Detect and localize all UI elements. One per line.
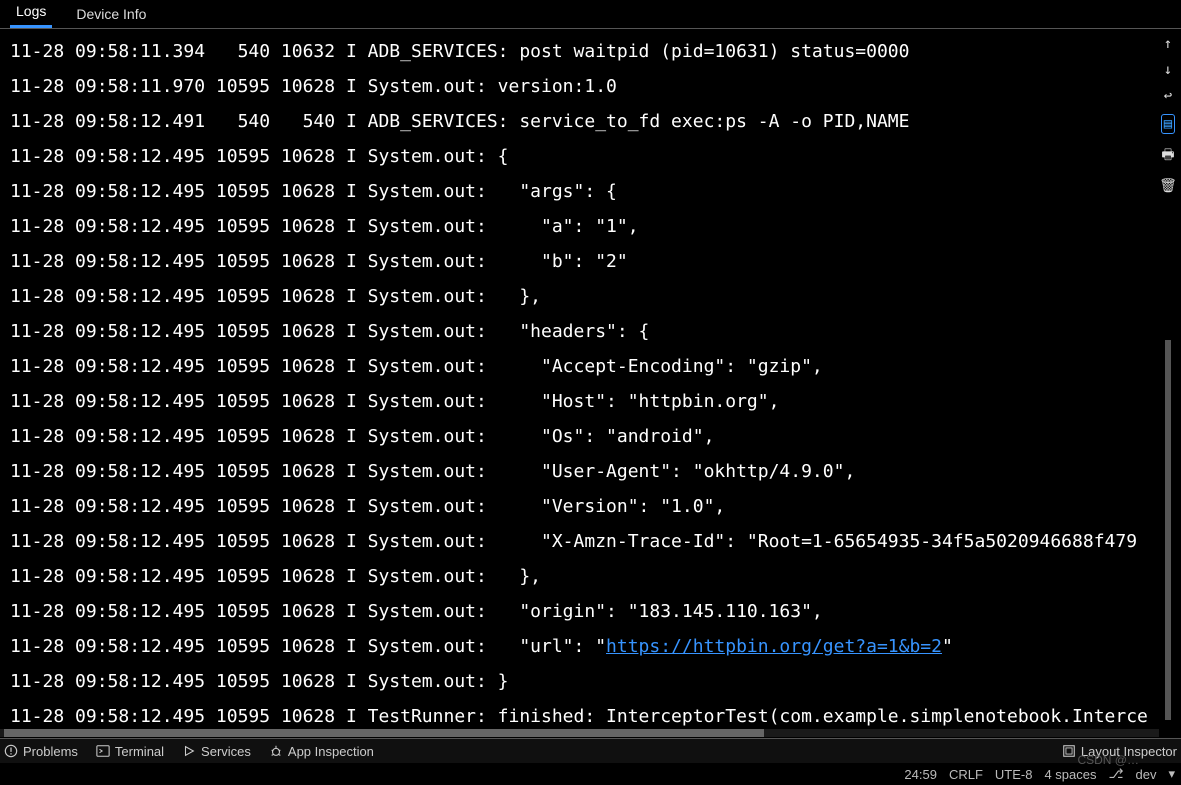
log-line: 11-28 09:58:12.495 10595 10628 I System.… xyxy=(10,314,1146,349)
logcat-tabs: Logs Device Info xyxy=(0,0,1181,29)
log-line: 11-28 09:58:12.495 10595 10628 I System.… xyxy=(10,419,1146,454)
tool-services[interactable]: Services xyxy=(182,744,251,759)
arrow-down-icon[interactable]: ↓ xyxy=(1164,62,1172,78)
git-branch-icon[interactable]: ⎇ xyxy=(1109,766,1124,782)
bug-icon xyxy=(269,744,283,758)
status-bar: 24:59 CRLF UTE-8 4 spaces ⎇ dev ▾ xyxy=(0,763,1181,785)
log-line: 11-28 09:58:12.495 10595 10628 I System.… xyxy=(10,174,1146,209)
warning-icon xyxy=(4,744,18,758)
status-line-sep[interactable]: CRLF xyxy=(949,767,983,782)
log-line: 11-28 09:58:12.495 10595 10628 I System.… xyxy=(10,559,1146,594)
print-icon[interactable]: 🖶 xyxy=(1161,144,1174,168)
log-line: 11-28 09:58:12.495 10595 10628 I System.… xyxy=(10,349,1146,384)
tool-app-inspection-label: App Inspection xyxy=(288,744,374,759)
log-line: 11-28 09:58:12.495 10595 10628 I System.… xyxy=(10,139,1146,174)
log-line: 11-28 09:58:12.495 10595 10628 I System.… xyxy=(10,244,1146,279)
tab-logs[interactable]: Logs xyxy=(10,0,52,28)
tool-services-label: Services xyxy=(201,744,251,759)
status-encoding[interactable]: UTE-8 xyxy=(995,767,1033,782)
log-line: 11-28 09:58:11.394 540 10632 I ADB_SERVI… xyxy=(10,34,1146,69)
log-line: 11-28 09:58:12.495 10595 10628 I System.… xyxy=(10,489,1146,524)
tool-terminal[interactable]: Terminal xyxy=(96,744,164,759)
log-line: 11-28 09:58:11.970 10595 10628 I System.… xyxy=(10,69,1146,104)
services-icon xyxy=(182,744,196,758)
layout-inspector-icon xyxy=(1062,744,1076,758)
layout-icon[interactable]: ▤ xyxy=(1161,114,1175,134)
arrow-up-icon[interactable]: ↑ xyxy=(1164,36,1172,52)
tool-problems-label: Problems xyxy=(23,744,78,759)
log-line: 11-28 09:58:12.495 10595 10628 I System.… xyxy=(10,664,1146,699)
tab-device-info[interactable]: Device Info xyxy=(70,2,152,28)
log-line: 11-28 09:58:12.495 10595 10628 I System.… xyxy=(10,594,1146,629)
log-line: 11-28 09:58:12.495 10595 10628 I System.… xyxy=(10,279,1146,314)
tool-app-inspection[interactable]: App Inspection xyxy=(269,744,374,759)
log-viewport[interactable]: 11-28 09:58:11.394 540 10632 I ADB_SERVI… xyxy=(0,28,1156,740)
log-line: 11-28 09:58:12.495 10595 10628 I System.… xyxy=(10,384,1146,419)
log-line: 11-28 09:58:12.495 10595 10628 I System.… xyxy=(10,629,1146,664)
horizontal-scrollbar-thumb[interactable] xyxy=(4,729,764,737)
log-right-toolbar: ↑ ↓ ↩ ▤ 🖶 🗑 xyxy=(1157,36,1179,194)
log-line: 11-28 09:58:12.495 10595 10628 I System.… xyxy=(10,524,1146,559)
status-caret-pos[interactable]: 24:59 xyxy=(904,767,937,782)
trash-icon[interactable]: 🗑 xyxy=(1159,178,1177,194)
status-indent[interactable]: 4 spaces xyxy=(1044,767,1096,782)
wrap-icon[interactable]: ↩ xyxy=(1164,88,1172,104)
tool-window-bar: Problems Terminal Services App Inspectio… xyxy=(0,738,1181,763)
vertical-scrollbar[interactable] xyxy=(1165,340,1171,720)
terminal-icon xyxy=(96,744,110,758)
log-url-link[interactable]: https://httpbin.org/get?a=1&b=2 xyxy=(606,636,942,657)
log-content: 11-28 09:58:11.394 540 10632 I ADB_SERVI… xyxy=(0,28,1156,734)
tool-problems[interactable]: Problems xyxy=(4,744,78,759)
status-git-branch[interactable]: dev xyxy=(1136,767,1157,782)
log-line: 11-28 09:58:12.491 540 540 I ADB_SERVICE… xyxy=(10,104,1146,139)
tool-terminal-label: Terminal xyxy=(115,744,164,759)
log-line: 11-28 09:58:12.495 10595 10628 I System.… xyxy=(10,209,1146,244)
watermark: CSDN @… xyxy=(1077,753,1139,767)
log-line: 11-28 09:58:12.495 10595 10628 I System.… xyxy=(10,454,1146,489)
chevron-down-icon[interactable]: ▾ xyxy=(1168,766,1175,782)
